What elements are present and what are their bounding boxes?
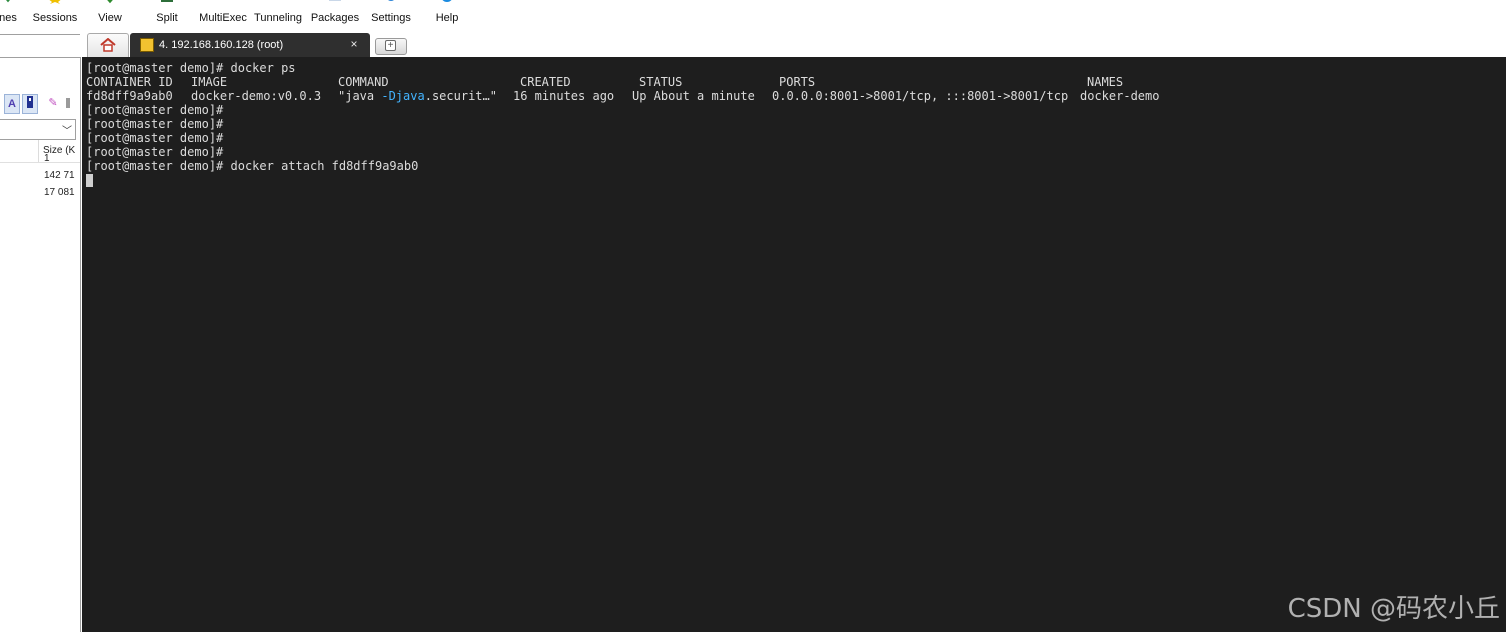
toolbar-separator bbox=[66, 98, 70, 108]
toolbar-view-button[interactable]: View bbox=[92, 0, 128, 30]
text-mode-icon[interactable]: A bbox=[4, 94, 20, 114]
status-cell: Up About a minute bbox=[632, 89, 755, 103]
terminal-line: [root@master demo]# bbox=[86, 103, 224, 117]
ssh-session-icon bbox=[140, 38, 154, 52]
view-icon bbox=[107, 0, 113, 4]
command-suffix: .securit…" bbox=[424, 89, 497, 103]
file-size-cell: 1 bbox=[44, 153, 50, 164]
tab-ssh-session[interactable]: 4. 192.168.160.128 (root) × bbox=[130, 33, 370, 57]
ports-cell: 0.0.0.0:8001->8001/tcp, :::8001->8001/tc… bbox=[772, 89, 1069, 103]
binary-mode-icon[interactable] bbox=[22, 94, 38, 114]
home-icon bbox=[100, 38, 116, 52]
terminal-cursor bbox=[86, 174, 93, 187]
names-cell: docker-demo bbox=[1080, 89, 1160, 103]
terminal-output[interactable]: [root@master demo]# docker ps CONTAINER … bbox=[82, 57, 1506, 632]
toolbar-split-button[interactable]: Split bbox=[150, 0, 184, 30]
close-icon[interactable]: × bbox=[347, 37, 361, 51]
multiexec-icon bbox=[215, 0, 231, 4]
created-cell: 16 minutes ago bbox=[513, 89, 615, 103]
toolbar-packages-button[interactable]: Packages bbox=[310, 0, 360, 30]
command-cell: "java -Djava.securit…" bbox=[338, 89, 497, 103]
file-size-cell: 142 71 bbox=[44, 170, 75, 181]
terminal-line: [root@master demo]# bbox=[86, 145, 224, 159]
terminal-line: [root@master demo]# docker attach fd8dff… bbox=[86, 159, 419, 173]
tab-home[interactable] bbox=[87, 33, 129, 58]
plus-icon: + bbox=[385, 40, 396, 51]
toolbar-multiexec-button[interactable]: MultiExec bbox=[198, 0, 248, 30]
toolbar-sessions-button[interactable]: Sessions bbox=[32, 0, 78, 30]
filter-select[interactable]: ﹀ bbox=[0, 119, 76, 140]
chevron-down-icon: ﹀ bbox=[62, 126, 72, 137]
new-tab-button[interactable]: + bbox=[375, 38, 407, 55]
container-id-cell: fd8dff9a9ab0 bbox=[86, 89, 173, 103]
tunneling-icon bbox=[270, 0, 286, 4]
toolbar-settings-button[interactable]: Settings bbox=[367, 0, 415, 30]
tab-title: 4. 192.168.160.128 (root) bbox=[159, 39, 284, 51]
toolbar-sessions-partial-button[interactable]: nes bbox=[0, 0, 28, 30]
toolbar-help-button[interactable]: Help bbox=[430, 0, 464, 30]
terminal-line: [root@master demo]# docker ps bbox=[86, 61, 296, 75]
header-image: IMAGE bbox=[191, 75, 228, 89]
terminal-line: [root@master demo]# bbox=[86, 131, 224, 145]
packages-icon bbox=[329, 0, 341, 1]
path-input[interactable] bbox=[0, 34, 80, 58]
sftp-sidebar: A ✎ ﹀ Size (K 1 142 71 17 081 bbox=[0, 30, 81, 632]
command-prefix: "java bbox=[338, 89, 382, 103]
header-container-id: CONTAINER ID bbox=[86, 75, 173, 89]
image-cell: docker-demo:v0.0.3 bbox=[191, 89, 322, 103]
gear-icon bbox=[388, 0, 394, 1]
sidebar-toolbar: A ✎ bbox=[0, 92, 80, 114]
header-ports: PORTS bbox=[779, 75, 816, 89]
docker-ps-header-row: CONTAINER ID IMAGE COMMAND CREATED STATU… bbox=[86, 75, 1286, 89]
docker-ps-data-row: fd8dff9a9ab0 docker-demo:v0.0.3 "java -D… bbox=[86, 89, 1286, 103]
file-size-cell: 17 081 bbox=[44, 187, 75, 198]
command-highlight: -Djava bbox=[381, 89, 425, 103]
help-icon bbox=[442, 0, 452, 2]
magic-wand-icon[interactable]: ✎ bbox=[46, 94, 60, 112]
header-status: STATUS bbox=[639, 75, 683, 89]
session-tab-bar: 4. 192.168.160.128 (root) × + bbox=[80, 30, 1506, 58]
toolbar-tunneling-button[interactable]: Tunneling bbox=[253, 0, 303, 30]
header-created: CREATED bbox=[520, 75, 571, 89]
split-icon bbox=[161, 0, 173, 2]
header-names: NAMES bbox=[1087, 75, 1124, 89]
header-divider bbox=[0, 162, 80, 163]
terminal-line: [root@master demo]# bbox=[86, 117, 224, 131]
star-icon bbox=[49, 0, 61, 4]
main-toolbar: nes Sessions View Split MultiExec Tunnel… bbox=[0, 0, 1506, 30]
csdn-watermark: CSDN @码农小丘 bbox=[1287, 594, 1500, 624]
header-command: COMMAND bbox=[338, 75, 389, 89]
sessions-icon bbox=[6, 0, 10, 3]
